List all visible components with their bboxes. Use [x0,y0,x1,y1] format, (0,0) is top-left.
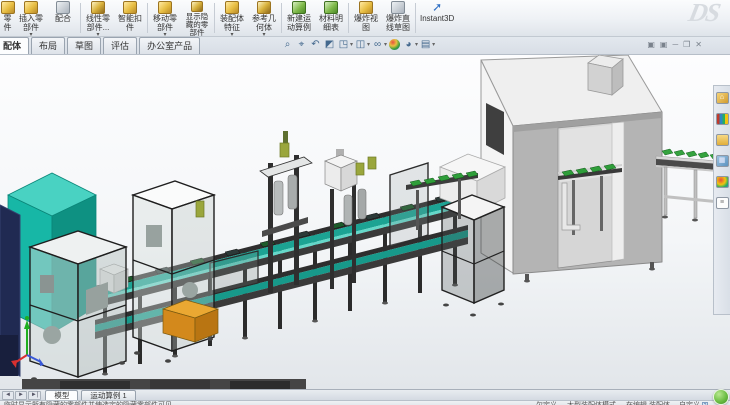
machine-enclosure[interactable] [481,55,662,283]
ribbon-separator [348,3,349,33]
bottom-tab-bar: ◄ ► ►| 模型 运动算例 1 [0,389,730,400]
tab-sketch[interactable]: 草图 [67,37,101,54]
heads-up-view-toolbar: ⌕ ⌖ ↶ ◩ ◳▾ ◫▾ ∞▾ ◕▾ ▤▾ [281,38,435,51]
ribbon-separator [80,3,81,33]
window-controls: ▣ ▣ ─ ❐ ✕ [647,39,702,51]
display-style-icon[interactable]: ◫▾ [354,38,370,51]
front-cabinet-1[interactable] [30,231,126,387]
ribbon-button-show-hidden-components[interactable]: 显示隐藏的零部件 [181,0,213,36]
motion-study-tab[interactable]: 运动算例 1 [81,390,135,400]
show-hidden-components-icon [191,1,203,12]
apply-scene-icon[interactable]: ◕▾ [402,38,418,51]
tab-assembly[interactable]: 配体 [0,37,29,54]
zoom-fit-icon[interactable]: ⌕ [281,38,294,51]
model-tab[interactable]: 模型 [45,390,78,400]
explode-line-sketch-icon [391,1,405,14]
reference-geometry-icon [257,1,271,14]
status-editing: 在编辑 装配体 [626,400,670,405]
move-component-icon [158,1,172,14]
file-explorer-tab[interactable] [716,134,729,146]
instant3d-icon: ➚ [430,1,444,14]
assembly-features-icon [225,1,239,14]
ribbon-button-new-motion-study[interactable]: 新建运动算例 [283,0,315,36]
ribbon-button-move-component[interactable]: 移动零部件 ▾ [149,0,181,36]
panel-right-button[interactable]: ▣ [660,39,668,51]
insert-components-icon [24,1,38,14]
exploded-view-icon [359,1,373,14]
linear-pattern-icon [91,1,105,14]
ribbon-button-instant3d[interactable]: ➚ Instant3D [417,0,457,36]
component-icon [1,1,15,14]
dropdown-arrow-icon[interactable]: ▾ [163,33,166,37]
dropdown-arrow-icon[interactable]: ▾ [262,33,265,37]
ribbon-button-insert-components[interactable]: 插入零部件 ▾ [15,0,47,36]
ribbon-separator [415,3,416,33]
status-right-group: 欠定义 大型装配体模式 在编辑 装配体 [536,400,670,405]
restore-button[interactable]: ❐ [683,39,690,51]
task-pane-strip: ⌂ ▦ ≡ [713,85,730,315]
customize-menu[interactable]: 自定义 ? [679,400,708,405]
bill-of-materials-icon [324,1,338,14]
hide-show-items-icon[interactable]: ∞▾ [371,38,387,51]
new-motion-study-icon [292,1,306,14]
ribbon-separator [147,3,148,33]
edit-appearance-icon[interactable] [388,38,401,51]
view-orientation-icon[interactable]: ◳▾ [337,38,353,51]
ribbon-button-reference-geometry[interactable]: 参考几何体 ▾ [248,0,280,36]
status-bar: 临时显示所有隐藏的零部件并使选定的隐藏零部件可见 欠定义 大型装配体模式 在编辑… [0,400,730,405]
custom-properties-tab[interactable]: ≡ [716,197,729,209]
dropdown-arrow-icon[interactable]: ▾ [29,33,32,37]
zoom-area-icon[interactable]: ⌖ [295,38,308,51]
ribbon-separator [214,3,215,33]
solidworks-window: DS 零件 插入零部件 ▾ 配合 线性零部件... ▾ 智能扣件 移动零部件 [0,0,730,405]
graphics-area[interactable]: ⌂ ▦ ≡ [0,55,730,389]
command-tab-row: 配体 布局 草图 评估 办公室产品 ⌕ ⌖ ↶ ◩ ◳▾ ◫▾ ∞▾ ◕▾ ▤▾… [0,37,730,55]
ribbon-toolbar: DS 零件 插入零部件 ▾ 配合 线性零部件... ▾ 智能扣件 移动零部件 [0,0,730,37]
ribbon-button-bill-of-materials[interactable]: 材料明细表 [315,0,347,36]
dropdown-arrow-icon[interactable]: ▾ [96,33,99,37]
ribbon-button-linear-component-pattern[interactable]: 线性零部件... ▾ [82,0,114,36]
roof-box[interactable] [588,55,623,95]
section-view-icon[interactable]: ◩ [323,38,336,51]
close-button[interactable]: ✕ [695,39,702,51]
ribbon-button-clipped-component[interactable]: 零件 [0,0,15,36]
chat-bubble-overlay-icon[interactable] [713,389,729,405]
framed-cart[interactable] [442,195,504,317]
minimize-button[interactable]: ─ [672,39,678,51]
ribbon-button-assembly-features[interactable]: 装配体特征 ▾ [216,0,248,36]
3d-viewport-scene[interactable] [0,55,730,389]
previous-view-icon[interactable]: ↶ [309,38,322,51]
status-assembly-mode: 大型装配体模式 [567,400,616,405]
ribbon-button-smart-fasteners[interactable]: 智能扣件 [114,0,146,36]
ribbon-button-exploded-view[interactable]: 爆炸视图 [350,0,382,36]
appearances-scenes-tab[interactable] [716,176,729,188]
smart-fasteners-icon [123,1,137,14]
scroll-tabs-right-button[interactable]: ► [15,391,27,400]
dassault-logo: DS [686,0,722,28]
scroll-tabs-left-button[interactable]: ◄ [2,391,14,400]
design-library-tab[interactable] [716,113,729,125]
dropdown-arrow-icon[interactable]: ▾ [230,33,233,37]
ribbon-button-explode-line-sketch[interactable]: 爆炸直线草图 [382,0,414,36]
tab-office-products[interactable]: 办公室产品 [139,37,200,54]
navy-panel[interactable] [0,205,20,376]
ribbon-separator [281,3,282,33]
solidworks-resources-tab[interactable]: ⌂ [716,92,729,104]
tab-evaluate[interactable]: 评估 [103,37,137,54]
floor-strip[interactable] [22,379,306,389]
scroll-tabs-end-button[interactable]: ►| [28,391,42,400]
ribbon-button-mate[interactable]: 配合 [47,0,79,36]
panel-left-button[interactable]: ▣ [647,39,655,51]
status-defined-state: 欠定义 [536,400,557,405]
mate-icon [56,1,70,14]
tab-layout[interactable]: 布局 [31,37,65,54]
status-message: 临时显示所有隐藏的零部件并使选定的隐藏零部件可见 [4,400,172,405]
view-palette-tab[interactable]: ▦ [716,155,729,167]
view-settings-icon[interactable]: ▤▾ [419,38,435,51]
